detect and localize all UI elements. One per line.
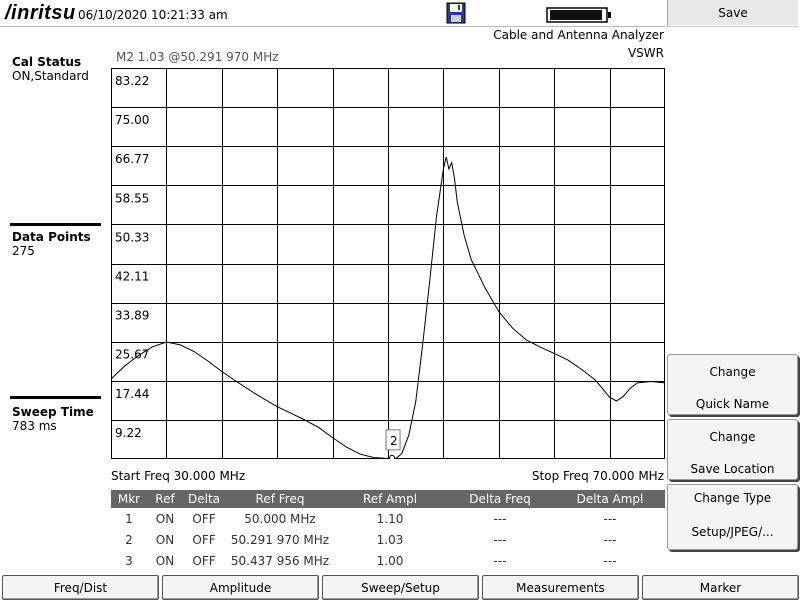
marker-button[interactable]: Marker <box>642 575 799 600</box>
cell-ref: ON <box>155 532 175 547</box>
cal-status-value: ON,Standard <box>12 69 89 83</box>
y-tick-label: 17.44 <box>115 387 149 401</box>
marker-table-header: Mkr Ref Delta Ref Freq Ref Ampl Delta Fr… <box>111 490 665 508</box>
table-row[interactable]: 1 ON OFF 50.000 MHz 1.10 --- --- <box>111 508 665 529</box>
col-delta: Delta <box>183 490 225 508</box>
cell-ref-ampl: 1.03 <box>376 532 404 547</box>
col-ref: Ref <box>147 490 183 508</box>
cell-delta-freq: --- <box>493 511 507 526</box>
col-mkr: Mkr <box>111 490 147 508</box>
change-type-line2: Setup/JPEG/... <box>691 525 774 539</box>
left-separator-2 <box>10 396 101 399</box>
battery-icon <box>546 7 611 23</box>
y-tick-label: 42.11 <box>115 270 149 284</box>
cell-ref-freq: 50.437 956 MHz <box>230 553 330 568</box>
date-time: 06/10/2020 10:21:33 am <box>78 8 228 22</box>
table-row[interactable]: 2 ON OFF 50.291 970 MHz 1.03 --- --- <box>111 529 665 550</box>
y-tick-label: 9.22 <box>115 426 142 440</box>
app-title: Cable and Antenna Analyzer <box>493 28 664 42</box>
stop-freq: Stop Freq 70.000 MHz <box>531 469 664 483</box>
cell-delta-ampl: --- <box>603 553 617 568</box>
y-tick-label: 25.67 <box>115 348 149 362</box>
floppy-disk-icon <box>446 2 466 24</box>
change-quick-name-button[interactable]: Change Quick Name <box>667 354 798 415</box>
col-delta-freq: Delta Freq <box>445 490 555 508</box>
table-row[interactable]: 3 ON OFF 50.437 956 MHz 1.00 --- --- <box>111 550 665 570</box>
change-quick-name-line2: Quick Name <box>695 397 770 411</box>
sweep-time-value: 783 ms <box>12 419 57 433</box>
y-tick-label: 33.89 <box>115 309 149 323</box>
change-type-line1: Change Type <box>693 491 772 505</box>
cell-ref: ON <box>155 553 175 568</box>
vswr-plot[interactable]: 83.22 75.00 66.77 58.55 50.33 42.11 33.89 25.67… <box>111 68 665 459</box>
cell-mkr: 1 <box>125 511 133 526</box>
cell-ref: ON <box>155 511 175 526</box>
cell-ref-freq: 50.000 MHz <box>244 511 316 526</box>
cell-mkr: 3 <box>125 553 133 568</box>
change-save-location-line2: Save Location <box>690 462 775 476</box>
brand-logo: /inritsu <box>5 2 76 24</box>
cell-delta-ampl: --- <box>603 511 617 526</box>
cell-delta: OFF <box>192 553 216 568</box>
change-save-location-line1: Change <box>709 430 756 444</box>
marker-readout: M2 1.03 @50.291 970 MHz <box>116 50 279 64</box>
col-delta-ampl: Delta Ampl <box>555 490 665 508</box>
marker-2-point <box>389 454 396 459</box>
col-ref-freq: Ref Freq <box>225 490 335 508</box>
cell-delta-ampl: --- <box>603 532 617 547</box>
y-tick-label: 58.55 <box>115 191 149 205</box>
y-tick-label: 50.33 <box>115 230 149 244</box>
cell-delta-freq: --- <box>493 553 507 568</box>
marker-table: Mkr Ref Delta Ref Freq Ref Ampl Delta Fr… <box>111 490 665 570</box>
status-bar: /inritsu 06/10/2020 10:21:33 am <box>0 0 665 27</box>
y-tick-label: 66.77 <box>115 152 149 166</box>
change-save-location-button[interactable]: Change Save Location <box>667 419 798 480</box>
start-freq: Start Freq 30.000 MHz <box>111 469 246 483</box>
cell-ref-ampl: 1.10 <box>376 511 404 526</box>
sweep-setup-button[interactable]: Sweep/Setup <box>322 575 479 600</box>
measurement-title: VSWR <box>627 46 664 60</box>
data-points-value: 275 <box>12 244 35 258</box>
cell-delta: OFF <box>192 511 216 526</box>
y-tick-label: 83.22 <box>115 74 149 88</box>
marker-2-label: 2 <box>390 434 398 448</box>
change-type-button[interactable]: Change Type Setup/JPEG/... <box>667 484 798 550</box>
freq-dist-button[interactable]: Freq/Dist <box>2 575 159 600</box>
cell-ref-freq: 50.291 970 MHz <box>230 532 330 547</box>
change-quick-name-line1: Change <box>709 365 756 379</box>
data-points-label: Data Points <box>12 230 91 244</box>
cal-status-block: Cal Status ON,Standard <box>12 55 89 83</box>
sweep-time-block: Sweep Time 783 ms <box>12 405 94 433</box>
cell-delta: OFF <box>192 532 216 547</box>
save-menu-title: Save <box>667 0 798 27</box>
left-separator-1 <box>10 223 101 226</box>
cell-ref-ampl: 1.00 <box>376 553 404 568</box>
sweep-time-label: Sweep Time <box>12 405 94 419</box>
amplitude-button[interactable]: Amplitude <box>162 575 319 600</box>
cal-status-label: Cal Status <box>12 55 82 69</box>
col-ref-ampl: Ref Ampl <box>335 490 445 508</box>
measurements-button[interactable]: Measurements <box>482 575 639 600</box>
y-tick-label: 75.00 <box>115 113 149 127</box>
data-points-block: Data Points 275 <box>12 230 91 258</box>
cell-delta-freq: --- <box>493 532 507 547</box>
cell-mkr: 2 <box>125 532 133 547</box>
